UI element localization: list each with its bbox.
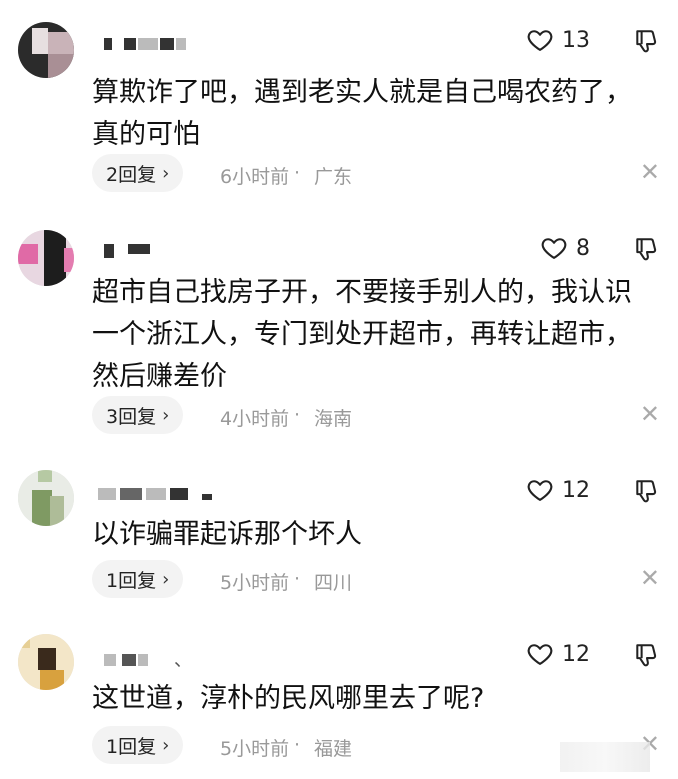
comment-meta-row: 3回复 › 4小时前 · 海南 ✕ <box>92 396 660 436</box>
close-icon[interactable]: ✕ <box>640 400 660 428</box>
meta-separator: · <box>294 404 301 426</box>
avatar[interactable] <box>18 634 74 690</box>
meta-separator: · <box>294 568 301 590</box>
reply-count-label: 2回复 <box>106 163 157 186</box>
close-icon[interactable]: ✕ <box>640 564 660 592</box>
comment-time: 5小时前 <box>220 572 290 594</box>
comment-location: 福建 <box>314 738 353 760</box>
like-count: 12 <box>562 641 590 667</box>
comment-location: 四川 <box>314 572 353 594</box>
like-count: 8 <box>576 235 590 261</box>
reply-count-button[interactable]: 1回复 › <box>92 560 184 598</box>
comment-meta-row: 2回复 › 6小时前 · 广东 ✕ <box>92 154 660 194</box>
reply-count-button[interactable]: 3回复 › <box>92 396 184 434</box>
thumbs-down-icon[interactable] <box>634 478 660 506</box>
comment-time: 4小时前 <box>220 408 290 430</box>
meta-separator: · <box>294 162 301 184</box>
comment-text: 算欺诈了吧，遇到老实人就是自己喝农药了， 真的可怕 <box>92 77 632 150</box>
comment-meta-row: 1回复 › 5小时前 · 四川 ✕ <box>92 560 660 600</box>
like-count: 12 <box>562 477 590 503</box>
chevron-right-icon: › <box>162 404 170 426</box>
thumbs-down-icon[interactable] <box>634 236 660 264</box>
like-count: 13 <box>562 27 590 53</box>
comment-time: 5小时前 <box>220 738 290 760</box>
heart-outline-icon <box>527 480 553 501</box>
meta-separator: · <box>294 734 301 756</box>
reply-count-label: 3回复 <box>106 405 157 428</box>
avatar[interactable] <box>18 230 74 286</box>
like-button[interactable]: 12 <box>526 476 590 504</box>
heart-outline-icon <box>527 30 553 51</box>
close-icon[interactable]: ✕ <box>640 158 660 186</box>
reply-count-label: 1回复 <box>106 735 157 758</box>
reply-count-button[interactable]: 1回复 › <box>92 726 184 764</box>
reply-count-label: 1回复 <box>106 569 157 592</box>
comment-location: 海南 <box>314 408 353 430</box>
thumbs-down-icon[interactable] <box>634 28 660 56</box>
comment-text: 这世道，淳朴的民风哪里去了呢? <box>92 683 485 714</box>
chevron-right-icon: › <box>162 162 170 184</box>
username-blurred[interactable] <box>98 238 258 258</box>
comment-text: 以诈骗罪起诉那个坏人 <box>92 519 362 550</box>
avatar[interactable] <box>18 22 74 78</box>
chevron-right-icon: › <box>162 734 170 756</box>
chevron-right-icon: › <box>162 568 170 590</box>
like-button[interactable]: 13 <box>526 26 590 54</box>
heart-outline-icon <box>541 238 567 259</box>
comment-time: 6小时前 <box>220 166 290 188</box>
blurred-watermark <box>560 742 650 772</box>
thumbs-down-icon[interactable] <box>634 642 660 670</box>
comment-text: 超市自己找房子开，不要接手别人的，我认识 一个浙江人，专门到处开超市，再转让超市… <box>92 277 632 392</box>
avatar[interactable] <box>18 470 74 526</box>
like-button[interactable]: 12 <box>526 640 590 668</box>
heart-outline-icon <box>527 644 553 665</box>
username-blurred[interactable] <box>98 482 258 500</box>
username-blurred[interactable]: 、 <box>98 648 258 671</box>
comment-location: 广东 <box>314 166 353 188</box>
like-button[interactable]: 8 <box>540 234 590 262</box>
reply-count-button[interactable]: 2回复 › <box>92 154 184 192</box>
username-blurred[interactable] <box>98 32 258 50</box>
